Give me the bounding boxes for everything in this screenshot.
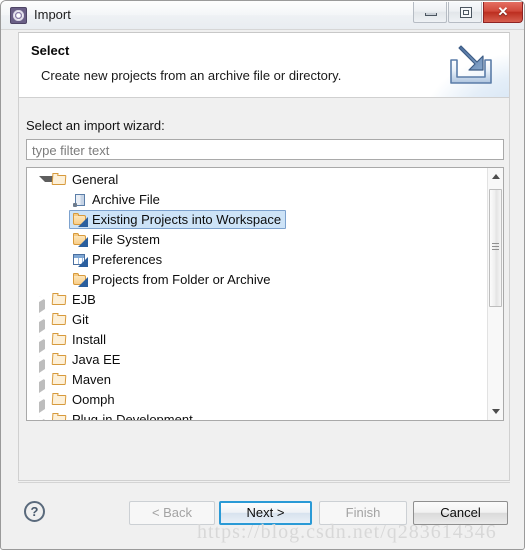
scroll-down-icon[interactable] (488, 403, 503, 420)
wizard-header: Select Create new projects from an archi… (18, 32, 510, 98)
import-dialog-window: Import ✕ Select Create new projects from… (0, 0, 525, 550)
tree-vertical-scrollbar[interactable] (487, 168, 503, 420)
tree-row[interactable]: Existing Projects into Workspace (27, 210, 487, 230)
archive-file-icon (72, 193, 88, 208)
tree-row[interactable]: Plug-in Development (27, 410, 487, 421)
tree-row[interactable]: Archive File (27, 190, 487, 210)
filter-input[interactable] (26, 139, 504, 160)
maximize-button[interactable] (448, 2, 482, 23)
tree-row[interactable]: Maven (27, 370, 487, 393)
tree-row-label: Projects from Folder or Archive (92, 272, 271, 287)
next-button[interactable]: Next > (219, 501, 312, 525)
maximize-icon (460, 7, 472, 18)
select-wizard-label: Select an import wizard: (26, 118, 165, 133)
tree-row-label: Plug-in Development (72, 412, 193, 421)
tree-row-label: File System (92, 232, 160, 247)
footer-separator (18, 482, 510, 483)
folder-open-icon (51, 333, 68, 348)
tree-row[interactable]: Java EE (27, 350, 487, 373)
folder-open-icon (51, 293, 68, 308)
window-title: Import (34, 7, 71, 22)
folder-import-icon (72, 273, 88, 288)
minimize-button[interactable] (413, 2, 447, 23)
tree-row-label: Archive File (92, 192, 160, 207)
tree-row[interactable]: Projects from Folder or Archive (27, 270, 487, 290)
tree-row-label: Preferences (92, 252, 163, 267)
tree-row-label: General (72, 172, 119, 187)
import-arrow-into-tray-icon (450, 45, 492, 84)
tree-row[interactable]: Oomph (27, 390, 487, 413)
folder-open-icon (51, 373, 68, 388)
eclipse-import-icon (10, 7, 27, 24)
tree-rows-container: General Archive File Existing Projects int… (27, 168, 487, 421)
tree-row[interactable]: EJB (27, 290, 487, 313)
close-icon: ✕ (497, 4, 509, 19)
tree-row[interactable]: Install (27, 330, 487, 353)
back-button[interactable]: < Back (129, 501, 215, 525)
close-button[interactable]: ✕ (483, 2, 523, 23)
scrollbar-thumb[interactable] (489, 189, 502, 307)
scrollbar-grip-icon (492, 243, 499, 250)
scroll-up-icon[interactable] (488, 168, 503, 185)
preferences-icon (72, 253, 88, 268)
folder-import-icon (72, 233, 88, 248)
folder-open-icon (51, 313, 68, 328)
page-description: Create new projects from an archive file… (41, 68, 342, 83)
gear-icon (13, 10, 24, 21)
wizard-body: Select an import wizard: General Archive … (18, 98, 510, 481)
tree-row-label: EJB (72, 292, 96, 307)
tree-row[interactable]: Git (27, 310, 487, 333)
tree-row-label: Maven (72, 372, 112, 387)
cancel-button[interactable]: Cancel (413, 501, 508, 525)
folder-import-icon (72, 213, 88, 228)
tree-row[interactable]: Preferences (27, 250, 487, 270)
tree-row-label: Install (72, 332, 106, 347)
title-bar[interactable]: Import ✕ (1, 1, 524, 30)
tree-row-label: Existing Projects into Workspace (92, 212, 282, 227)
folder-open-icon (51, 353, 68, 368)
tree-row[interactable]: File System (27, 230, 487, 250)
import-wizard-tree[interactable]: General Archive File Existing Projects int… (26, 167, 504, 421)
tree-row-label: Oomph (72, 392, 115, 407)
help-icon[interactable]: ? (24, 501, 45, 522)
page-title: Select (31, 43, 70, 58)
minimize-icon (425, 13, 437, 16)
tree-row[interactable]: General (27, 170, 487, 190)
folder-open-icon (51, 393, 68, 408)
tree-row-label: Java EE (72, 352, 121, 367)
folder-open-icon (51, 413, 68, 420)
tree-row-label: Git (72, 312, 89, 327)
finish-button[interactable]: Finish (319, 501, 407, 525)
folder-open-icon (51, 173, 68, 188)
